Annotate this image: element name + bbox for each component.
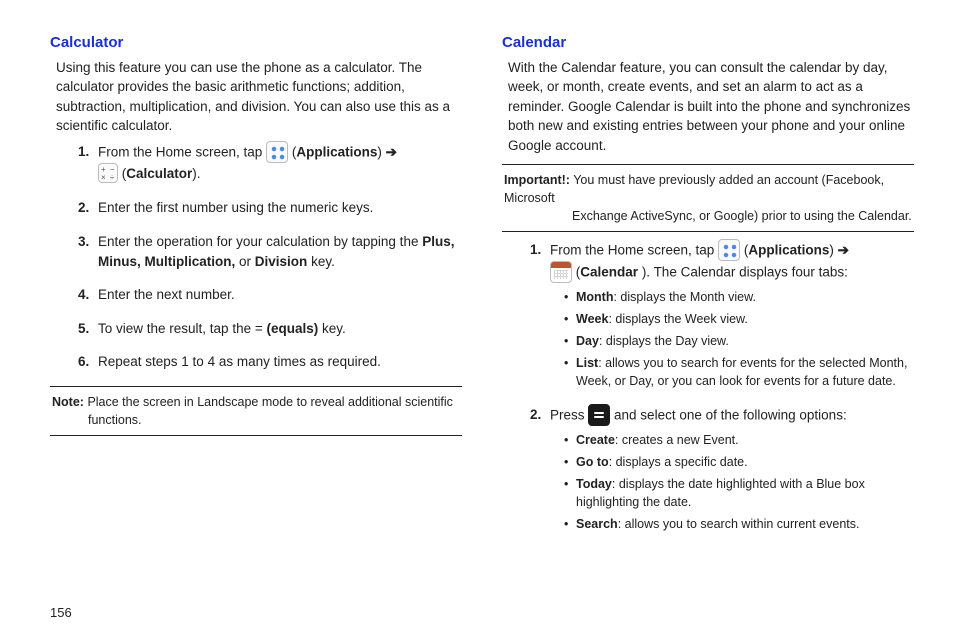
cal-s1-apps-paren: (Applications) [744, 243, 834, 258]
search-key: Search [576, 517, 618, 531]
arrow-icon: ➔ [386, 145, 397, 160]
search-val: : allows you to search within current ev… [618, 517, 860, 531]
calendar-icon [550, 261, 572, 283]
note-body-cont: functions. [52, 411, 460, 429]
applications-icon [718, 239, 740, 261]
bullet-search: Search: allows you to search within curr… [564, 515, 914, 533]
step-1-apps-paren: (Applications) [292, 145, 382, 160]
bullet-list: List: allows you to search for events fo… [564, 354, 914, 390]
cal-s2b: and select one of the following options: [614, 407, 847, 422]
week-key: Week [576, 312, 608, 326]
cal-s2a: Press [550, 407, 588, 422]
menu-icon [588, 404, 610, 426]
page-number: 156 [50, 605, 72, 620]
create-val: : creates a new Event. [615, 433, 739, 447]
step-1-text-a: From the Home screen, tap [98, 145, 266, 160]
step-6-text: Repeat steps 1 to 4 as many times as req… [98, 354, 381, 369]
important-block: Important!: You must have previously add… [502, 164, 914, 232]
step-5b: (equals) [266, 321, 318, 336]
bullet-today: Today: displays the date highlighted wit… [564, 475, 914, 511]
calculator-steps: 1. From the Home screen, tap (Applicatio… [50, 142, 462, 372]
step-6: 6. Repeat steps 1 to 4 as many times as … [78, 352, 462, 372]
step-3: 3. Enter the operation for your calculat… [78, 232, 462, 271]
create-key: Create [576, 433, 615, 447]
cal-s1a: From the Home screen, tap [550, 243, 718, 258]
list-val: : allows you to search for events for th… [576, 356, 907, 388]
week-val: : displays the Week view. [608, 312, 747, 326]
goto-val: : displays a specific date. [609, 455, 748, 469]
calculator-icon [98, 163, 118, 183]
options-list: Create: creates a new Event. Go to: disp… [550, 431, 914, 534]
cal-s1-tail: ). The Calendar displays four tabs: [642, 265, 848, 280]
list-key: List [576, 356, 598, 370]
calculator-intro: Using this feature you can use the phone… [56, 58, 462, 136]
important-label: Important!: [504, 173, 570, 187]
step-2: 2. Enter the first number using the nume… [78, 198, 462, 218]
note-label: Note: [52, 395, 84, 409]
calendar-steps: 1. From the Home screen, tap (Applicatio… [502, 240, 914, 533]
step-5: 5. To view the result, tap the = (equals… [78, 319, 462, 339]
calendar-label: Calendar [580, 265, 638, 280]
step-3d: Division [255, 254, 308, 269]
month-key: Month [576, 290, 613, 304]
arrow-icon: ➔ [838, 243, 849, 258]
calendar-intro: With the Calendar feature, you can consu… [508, 58, 914, 156]
bullet-create: Create: creates a new Event. [564, 431, 914, 449]
note-body-first: Place the screen in Landscape mode to re… [87, 395, 453, 409]
month-val: : displays the Month view. [613, 290, 755, 304]
goto-key: Go to [576, 455, 609, 469]
applications-label: Applications [748, 243, 829, 258]
applications-label: Applications [296, 145, 377, 160]
manual-page: Calculator Using this feature you can us… [0, 0, 954, 636]
bullet-week: Week: displays the Week view. [564, 310, 914, 328]
tabs-list: Month: displays the Month view. Week: di… [550, 288, 914, 391]
cal-step-2: 2. Press and select one of the following… [530, 405, 914, 534]
step-3e: key. [311, 254, 335, 269]
note-block: Note: Place the screen in Landscape mode… [50, 386, 462, 436]
step-1-calc-paren: (Calculator). [122, 166, 201, 181]
bullet-month: Month: displays the Month view. [564, 288, 914, 306]
step-2-text: Enter the first number using the numeric… [98, 200, 373, 215]
calendar-heading: Calendar [502, 32, 914, 54]
step-4: 4. Enter the next number. [78, 285, 462, 305]
today-val: : displays the date highlighted with a B… [576, 477, 865, 509]
cal-s1-cal-paren: (Calendar [576, 265, 638, 280]
step-5c: key. [322, 321, 346, 336]
bullet-goto: Go to: displays a specific date. [564, 453, 914, 471]
day-val: : displays the Day view. [599, 334, 729, 348]
applications-icon [266, 141, 288, 163]
step-1: 1. From the Home screen, tap (Applicatio… [78, 142, 462, 184]
step-4-text: Enter the next number. [98, 287, 235, 302]
right-column: Calendar With the Calendar feature, you … [502, 28, 914, 616]
calculator-label: Calculator [126, 166, 192, 181]
day-key: Day [576, 334, 599, 348]
important-cont: Exchange ActiveSync, or Google) prior to… [504, 207, 912, 225]
step-5a: To view the result, tap the = [98, 321, 266, 336]
left-column: Calculator Using this feature you can us… [50, 28, 462, 616]
step-3a: Enter the operation for your calculation… [98, 234, 422, 249]
step-3c: or [239, 254, 255, 269]
cal-step-1: 1. From the Home screen, tap (Applicatio… [530, 240, 914, 391]
today-key: Today [576, 477, 612, 491]
calculator-heading: Calculator [50, 32, 462, 54]
bullet-day: Day: displays the Day view. [564, 332, 914, 350]
